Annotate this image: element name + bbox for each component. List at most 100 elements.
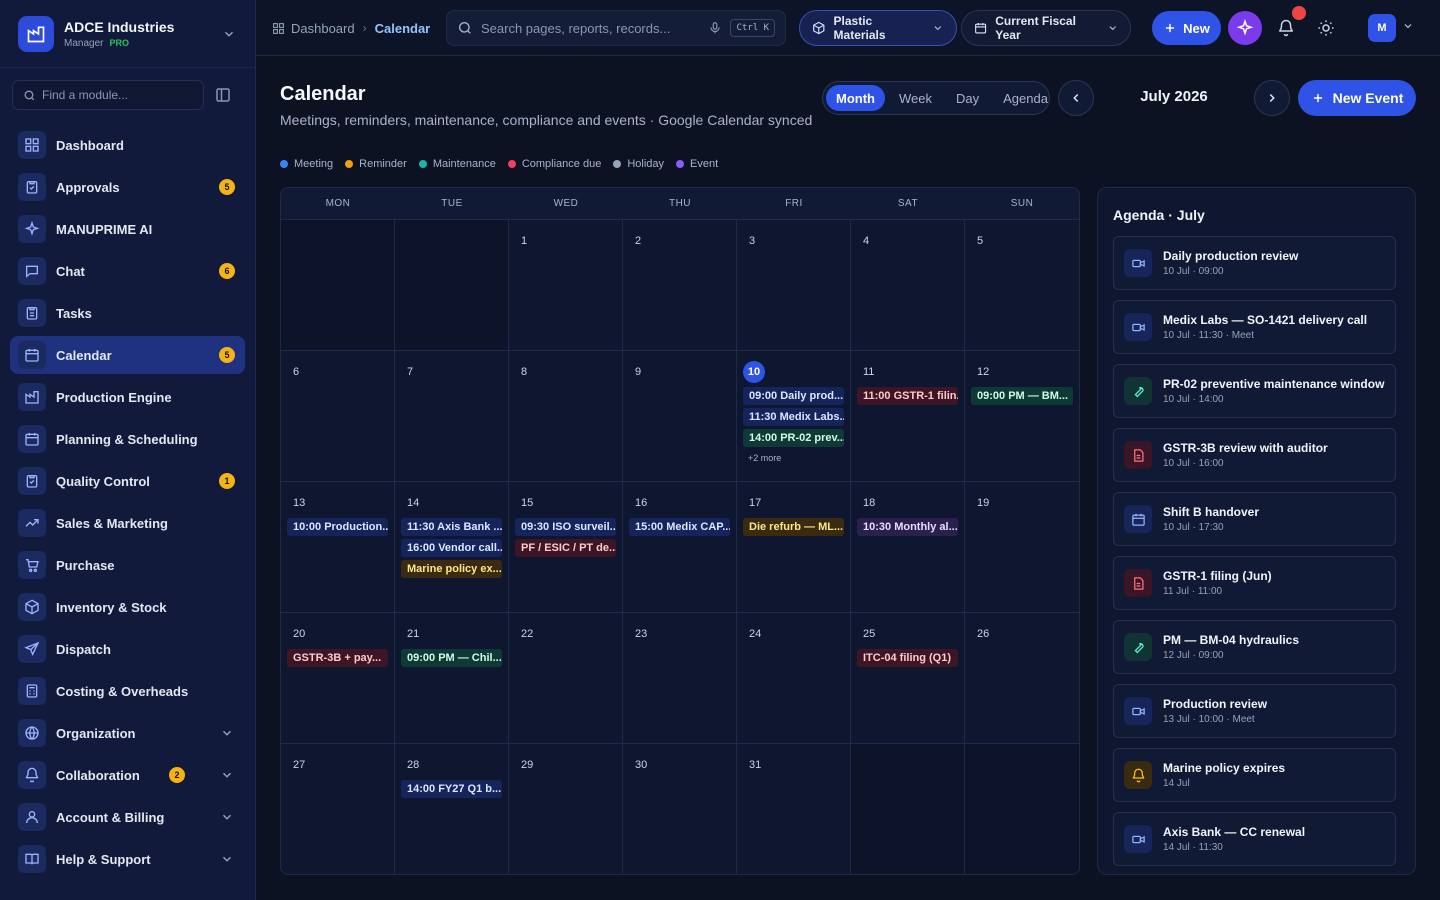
more-events-link[interactable]: +2 more	[743, 453, 844, 463]
calendar-event[interactable]: 11:30 Medix Labs...	[743, 408, 844, 426]
day-cell[interactable]: 3	[737, 220, 851, 351]
agenda-item[interactable]: Daily production review 10 Jul · 09:00	[1113, 236, 1396, 290]
day-cell[interactable]: 4	[851, 220, 965, 351]
agenda-item[interactable]: PM — BM-04 hydraulics 12 Jul · 09:00	[1113, 620, 1396, 674]
day-cell[interactable]: 13 10:00 Production...	[281, 482, 395, 613]
day-cell[interactable]: 15 09:30 ISO surveil... PF / ESIC / PT de.…	[509, 482, 623, 613]
ai-assistant-button[interactable]	[1228, 11, 1262, 45]
calendar-event[interactable]: 11:00 GSTR-1 filin...	[857, 387, 958, 405]
day-cell[interactable]: 25 ITC-04 filing (Q1)	[851, 613, 965, 744]
day-cell[interactable]: 19	[965, 482, 1079, 613]
agenda-item[interactable]: Medix Labs — SO-1421 delivery call 10 Jul…	[1113, 300, 1396, 354]
agenda-item[interactable]: GSTR-1 filing (Jun) 11 Jul · 11:00	[1113, 556, 1396, 610]
agenda-item[interactable]: Shift B handover 10 Jul · 17:30	[1113, 492, 1396, 546]
tab-month[interactable]: Month	[826, 85, 885, 111]
global-search-input[interactable]: Search pages, reports, records... Ctrl K	[446, 10, 786, 46]
calendar-event[interactable]: 10:00 Production...	[287, 518, 388, 536]
calendar-event[interactable]: Marine policy ex...	[401, 560, 502, 578]
day-cell[interactable]: 9	[623, 351, 737, 482]
agenda-item[interactable]: GSTR-3B review with auditor 10 Jul · 16:0…	[1113, 428, 1396, 482]
day-cell[interactable]: 20 GSTR-3B + pay...	[281, 613, 395, 744]
new-button[interactable]: New	[1152, 11, 1221, 45]
day-cell[interactable]: 27	[281, 744, 395, 874]
day-cell[interactable]: 18 10:30 Monthly al...	[851, 482, 965, 613]
calendar-event[interactable]: 14:00 FY27 Q1 b...	[401, 780, 502, 798]
day-cell[interactable]: 29	[509, 744, 623, 874]
fiscal-year-selector[interactable]: Current Fiscal Year	[961, 10, 1131, 46]
calendar-event[interactable]: PF / ESIC / PT de...	[515, 539, 616, 557]
module-search-input[interactable]: Find a module...	[12, 80, 204, 110]
sidebar-item-approvals[interactable]: Approvals 5	[10, 168, 245, 206]
day-cell[interactable]: 5	[965, 220, 1079, 351]
day-cell[interactable]: 24	[737, 613, 851, 744]
sidebar-item-sales-marketing[interactable]: Sales & Marketing	[10, 504, 245, 542]
day-cell[interactable]: 14 11:30 Axis Bank ... 16:00 Vendor call..…	[395, 482, 509, 613]
calendar-event[interactable]: 16:00 Vendor call...	[401, 539, 502, 557]
sidebar-item-collaboration[interactable]: Collaboration 2	[10, 756, 245, 794]
agenda-item[interactable]: PR-02 preventive maintenance window 10 Ju…	[1113, 364, 1396, 418]
day-cell[interactable]: 22	[509, 613, 623, 744]
sidebar-item-manuprime-ai[interactable]: MANUPRIME AI	[10, 210, 245, 248]
day-cell[interactable]: 17 Die refurb — ML...	[737, 482, 851, 613]
previous-month-button[interactable]	[1058, 80, 1094, 116]
microphone-icon[interactable]	[708, 21, 722, 35]
calendar-event[interactable]: 14:00 PR-02 prev...	[743, 429, 844, 447]
breadcrumb-home[interactable]: Dashboard	[272, 21, 355, 36]
sidebar-collapse-icon[interactable]	[214, 86, 232, 104]
sidebar-item-costing-overheads[interactable]: Costing & Overheads	[10, 672, 245, 710]
calendar-event[interactable]: 09:00 Daily prod...	[743, 387, 844, 405]
chevron-down-icon[interactable]	[1402, 20, 1414, 32]
calendar-event[interactable]: 09:30 ISO surveil...	[515, 518, 616, 536]
tab-agenda[interactable]: Agenda	[993, 85, 1058, 111]
sidebar-item-dispatch[interactable]: Dispatch	[10, 630, 245, 668]
avatar[interactable]: M	[1368, 14, 1396, 42]
sidebar-item-account-billing[interactable]: Account & Billing	[10, 798, 245, 836]
calendar-event[interactable]: 09:00 PM — BM...	[971, 387, 1073, 405]
agenda-item[interactable]: Axis Bank — CC renewal 14 Jul · 11:30	[1113, 812, 1396, 866]
day-cell[interactable]: 21 09:00 PM — Chil...	[395, 613, 509, 744]
sidebar-item-planning-scheduling[interactable]: Planning & Scheduling	[10, 420, 245, 458]
day-cell[interactable]: 6	[281, 351, 395, 482]
sidebar-item-calendar[interactable]: Calendar 5	[10, 336, 245, 374]
tab-week[interactable]: Week	[889, 85, 942, 111]
day-cell[interactable]: 1	[509, 220, 623, 351]
day-cell[interactable]: 7	[395, 351, 509, 482]
calendar-event[interactable]: 09:00 PM — Chil...	[401, 649, 502, 667]
day-cell[interactable]: 12 09:00 PM — BM...	[965, 351, 1079, 482]
sidebar-item-chat[interactable]: Chat 6	[10, 252, 245, 290]
sidebar-item-organization[interactable]: Organization	[10, 714, 245, 752]
org-switcher[interactable]: ADCE Industries Manager PRO	[0, 0, 255, 68]
sidebar-item-quality-control[interactable]: Quality Control 1	[10, 462, 245, 500]
calendar-event[interactable]: ITC-04 filing (Q1)	[857, 649, 958, 667]
sidebar-item-production-engine[interactable]: Production Engine	[10, 378, 245, 416]
calendar-event[interactable]: 11:30 Axis Bank ...	[401, 518, 502, 536]
day-cell[interactable]: 31	[737, 744, 851, 874]
calendar-event[interactable]: Die refurb — ML...	[743, 518, 844, 536]
sidebar-item-purchase[interactable]: Purchase	[10, 546, 245, 584]
day-cell[interactable]: 11 11:00 GSTR-1 filin...	[851, 351, 965, 482]
agenda-item[interactable]: Marine policy expires 14 Jul	[1113, 748, 1396, 802]
sidebar-item-help-support[interactable]: Help & Support	[10, 840, 245, 878]
day-cell[interactable]: 16 15:00 Medix CAP...	[623, 482, 737, 613]
new-event-button[interactable]: New Event	[1298, 80, 1416, 116]
calendar-event[interactable]: GSTR-3B + pay...	[287, 649, 388, 667]
day-cell[interactable]: 28 14:00 FY27 Q1 b...	[395, 744, 509, 874]
calendar-event[interactable]: 10:30 Monthly al...	[857, 518, 958, 536]
day-cell[interactable]: 23	[623, 613, 737, 744]
day-cell[interactable]: 30	[623, 744, 737, 874]
material-selector[interactable]: Plastic Materials	[799, 10, 957, 46]
day-cell[interactable]: 2	[623, 220, 737, 351]
day-cell[interactable]: 26	[965, 613, 1079, 744]
next-month-button[interactable]	[1254, 80, 1290, 116]
agenda-item[interactable]: Production review 13 Jul · 10:00 · Meet	[1113, 684, 1396, 738]
sidebar-item-tasks[interactable]: Tasks	[10, 294, 245, 332]
calendar-icon	[1124, 505, 1152, 533]
theme-toggle[interactable]	[1312, 14, 1340, 42]
tab-day[interactable]: Day	[946, 85, 989, 111]
sidebar-item-inventory-stock[interactable]: Inventory & Stock	[10, 588, 245, 626]
calendar-event[interactable]: 15:00 Medix CAP...	[629, 518, 730, 536]
day-cell[interactable]: 10 09:00 Daily prod... 11:30 Medix Labs...…	[737, 351, 851, 482]
cube-icon	[813, 21, 825, 35]
sidebar-item-dashboard[interactable]: Dashboard	[10, 126, 245, 164]
day-cell[interactable]: 8	[509, 351, 623, 482]
